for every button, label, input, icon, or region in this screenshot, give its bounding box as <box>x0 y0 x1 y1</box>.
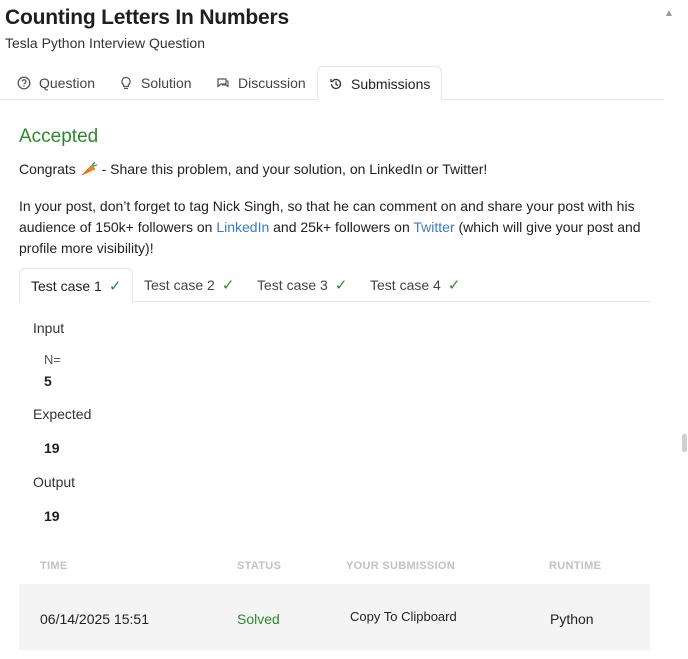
tab-test-case-2[interactable]: Test case 2 ✓ <box>144 268 234 302</box>
test-case-label: Test case 4 <box>370 277 441 293</box>
input-variable-value: 5 <box>44 373 52 389</box>
output-label: Output <box>33 474 76 490</box>
column-header-runtime: RUNTIME <box>549 560 602 572</box>
tab-label: Question <box>39 75 96 91</box>
submission-time: 06/14/2025 15:51 <box>40 611 149 627</box>
tab-test-case-4[interactable]: Test case 4 ✓ <box>370 268 460 302</box>
history-icon <box>330 78 342 89</box>
congrats-line: Congrats - Share this problem, and your … <box>19 161 487 177</box>
tab-solution[interactable]: Solution <box>119 66 192 100</box>
question-circle-icon <box>17 76 31 90</box>
tab-label: Solution <box>141 75 192 91</box>
submission-status: Solved <box>237 611 280 627</box>
expected-label: Expected <box>33 406 92 422</box>
column-header-status: STATUS <box>237 560 282 572</box>
check-icon: ✓ <box>334 277 348 294</box>
check-icon: ✓ <box>447 277 461 294</box>
test-case-label: Test case 3 <box>257 277 328 293</box>
tab-question[interactable]: Question <box>17 66 95 100</box>
tab-discussion[interactable]: Discussion <box>216 66 306 100</box>
tab-test-case-1[interactable]: Test case 1 ✓ <box>19 268 134 303</box>
copy-to-clipboard-button[interactable]: Copy To Clipboard <box>350 609 457 624</box>
carrot-emoji-icon <box>81 162 97 176</box>
twitter-link[interactable]: Twitter <box>413 219 454 235</box>
column-header-time: TIME <box>40 560 68 572</box>
check-icon: ✓ <box>221 277 235 294</box>
chat-icon <box>217 78 229 88</box>
collapse-icon[interactable]: ▲ <box>664 8 674 19</box>
congrats-text: - Share this problem, and your solution,… <box>97 161 488 177</box>
submission-runtime: Python <box>550 611 594 627</box>
check-icon: ✓ <box>108 277 122 295</box>
page-subtitle: Tesla Python Interview Question <box>5 35 205 51</box>
expected-value: 19 <box>44 440 60 456</box>
page-title: Counting Letters In Numbers <box>5 6 289 29</box>
output-value: 19 <box>44 508 60 524</box>
problem-tabs: Question Solution Discussion Submissions <box>0 66 664 101</box>
share-text-2: and 25k+ followers on <box>269 219 414 235</box>
input-label: Input <box>33 320 65 336</box>
congrats-prefix: Congrats <box>19 161 76 177</box>
tab-test-case-3[interactable]: Test case 3 ✓ <box>257 268 347 302</box>
input-variable-name: N= <box>44 352 61 367</box>
tab-label: Discussion <box>238 75 306 91</box>
lightbulb-icon <box>121 76 131 90</box>
tab-label: Submissions <box>351 75 431 92</box>
scrollbar-thumb[interactable] <box>682 434 687 452</box>
share-paragraph: In your post, don’t forget to tag Nick S… <box>19 196 649 259</box>
test-case-label: Test case 1 <box>31 277 102 294</box>
result-status: Accepted <box>19 126 99 147</box>
tab-submissions[interactable]: Submissions <box>317 66 443 101</box>
test-case-label: Test case 2 <box>144 277 215 293</box>
column-header-submission: YOUR SUBMISSION <box>346 560 456 572</box>
linkedin-link[interactable]: LinkedIn <box>216 219 269 235</box>
test-case-tabs: Test case 1 ✓ Test case 2 ✓ Test case 3 ✓ T… <box>19 268 650 303</box>
